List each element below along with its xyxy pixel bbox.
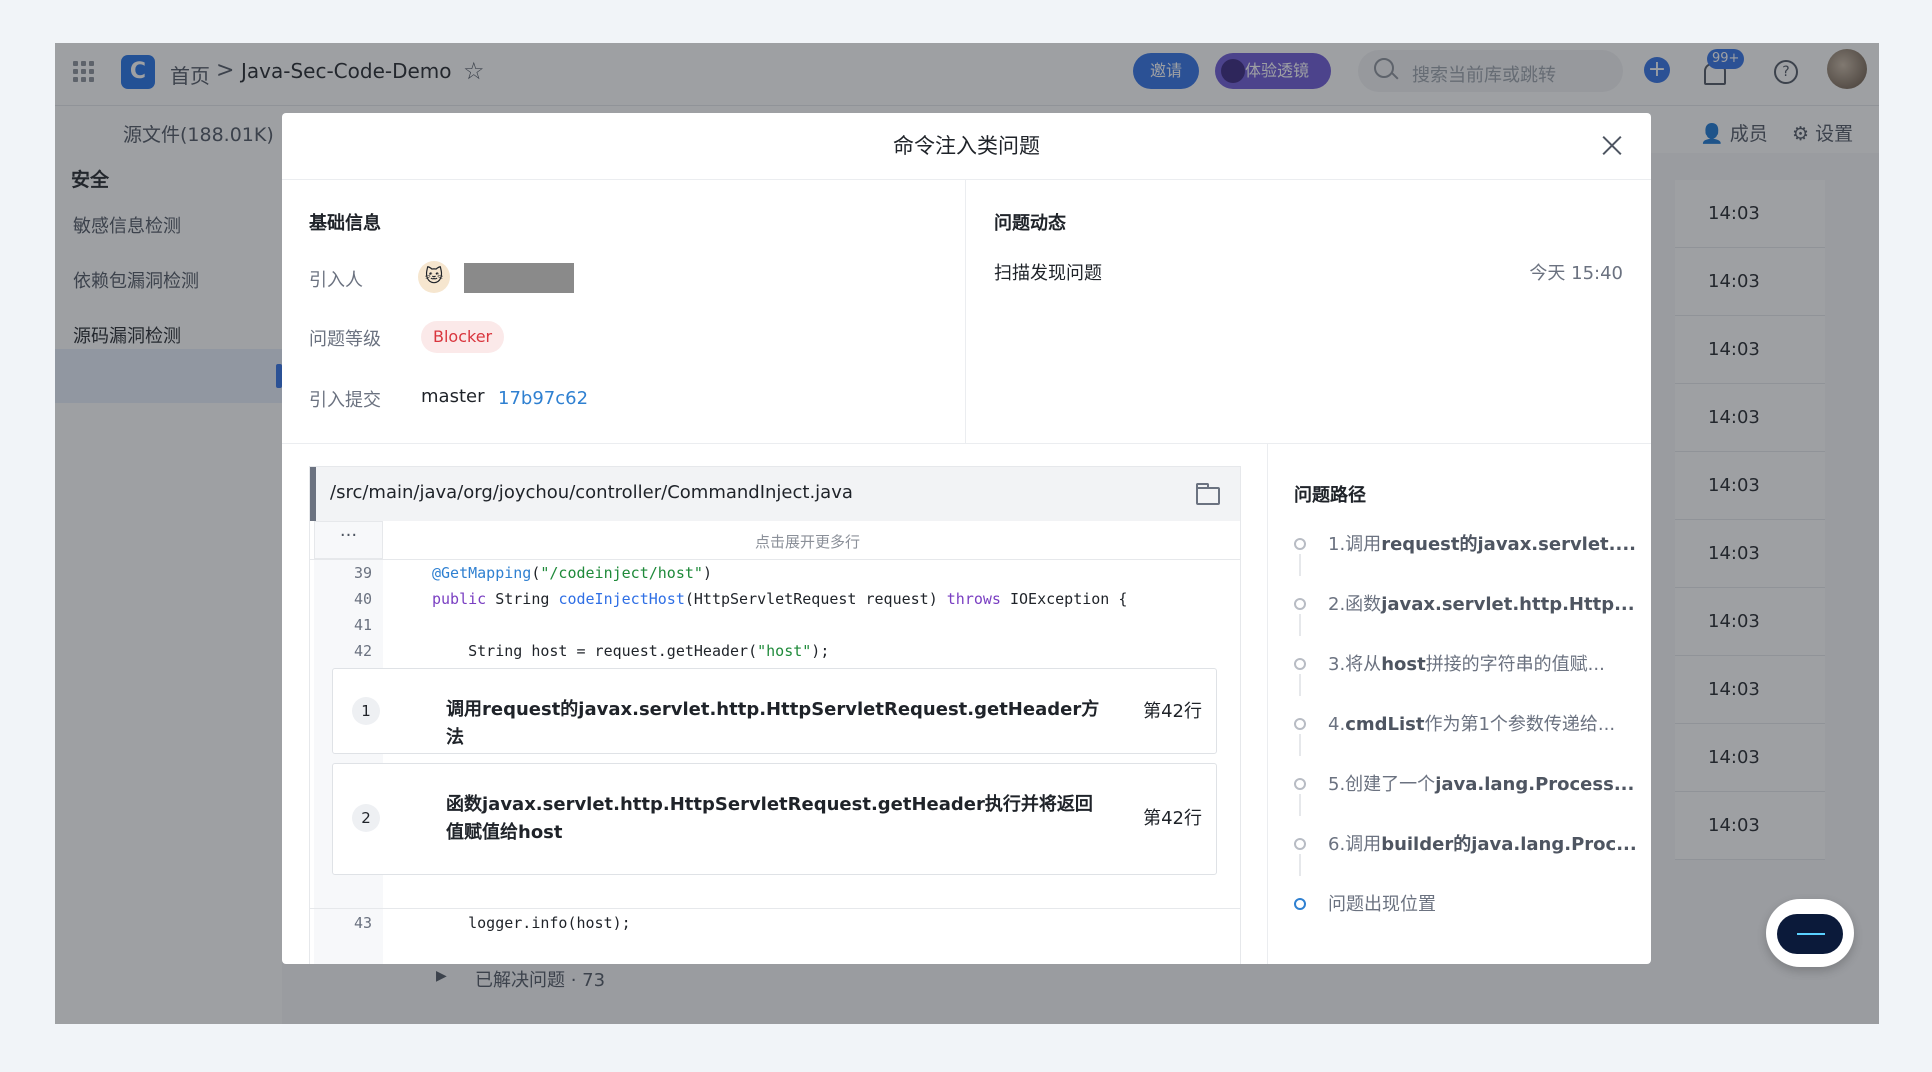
step-line-number: 第42行 bbox=[1143, 701, 1202, 722]
code-viewer: ··· 点击展开更多行 39 @GetMapping("/codeinject/… bbox=[310, 521, 1240, 964]
path-step-3[interactable]: 3.将从host拼接的字符串的值赋... bbox=[1328, 650, 1605, 676]
path-step-1[interactable]: 1.调用request的javax.servlet.... bbox=[1328, 530, 1636, 556]
modal-title: 命令注入类问题 bbox=[282, 113, 1651, 180]
divider bbox=[282, 443, 1651, 444]
chat-assistant-button[interactable] bbox=[1766, 899, 1854, 967]
path-step-2[interactable]: 2.函数javax.servlet.http.Http... bbox=[1328, 590, 1635, 616]
expand-dots[interactable]: ··· bbox=[314, 521, 383, 559]
path-step-prefix: 3.将从 bbox=[1328, 654, 1382, 675]
path-step-prefix: 5.创建了一个 bbox=[1328, 774, 1436, 795]
commit-label: 引入提交 bbox=[309, 390, 381, 411]
path-connector bbox=[1299, 674, 1301, 696]
step-line-number: 第42行 bbox=[1143, 808, 1202, 829]
code-text: logger.info(host); bbox=[432, 914, 631, 932]
step-text: 函数javax.servlet.http.HttpServletRequest.… bbox=[446, 794, 1093, 843]
path-step-dot bbox=[1294, 598, 1306, 610]
path-step-bold: builder的java.lang.Proc... bbox=[1381, 834, 1637, 855]
basic-info-title: 基础信息 bbox=[309, 213, 381, 234]
path-step-bold: javax.servlet.http.Http... bbox=[1381, 594, 1635, 615]
path-step-6[interactable]: 6.调用builder的java.lang.Proc... bbox=[1328, 830, 1637, 856]
path-step-prefix: 6.调用 bbox=[1328, 834, 1382, 855]
path-step-4[interactable]: 4.cmdList作为第1个参数传递给... bbox=[1328, 710, 1615, 736]
path-step-suffix: 拼接的字符串的值赋... bbox=[1425, 654, 1605, 675]
activity-item-text: 扫描发现问题 bbox=[994, 263, 1102, 284]
file-path-bar: /src/main/java/org/joychou/controller/Co… bbox=[310, 467, 1240, 521]
level-label: 问题等级 bbox=[309, 329, 381, 350]
divider bbox=[965, 179, 966, 443]
expand-more-text[interactable]: 点击展开更多行 bbox=[755, 531, 860, 552]
path-step-bold: host bbox=[1381, 654, 1426, 675]
path-step-prefix: 4. bbox=[1328, 714, 1346, 735]
branch-name: master bbox=[421, 386, 485, 407]
line-number: 40 bbox=[353, 590, 372, 608]
line-number: 43 bbox=[353, 914, 372, 932]
code-panel: /src/main/java/org/joychou/controller/Co… bbox=[309, 466, 1241, 964]
path-connector bbox=[1299, 614, 1301, 636]
activity-item-time: 今天 15:40 bbox=[1529, 263, 1623, 284]
trace-step-card[interactable]: 2 函数javax.servlet.http.HttpServletReques… bbox=[332, 763, 1217, 875]
trace-step-card[interactable]: 1 调用request的javax.servlet.http.HttpServl… bbox=[332, 668, 1217, 754]
expand-more-row[interactable]: ··· 点击展开更多行 bbox=[310, 521, 1240, 560]
line-number: 42 bbox=[353, 642, 372, 660]
path-step-bold: cmdList bbox=[1345, 714, 1425, 735]
path-step-dot bbox=[1294, 538, 1306, 550]
file-path: /src/main/java/org/joychou/controller/Co… bbox=[330, 482, 853, 503]
path-step-bold: request的javax.servlet.... bbox=[1381, 534, 1637, 555]
line-number: 39 bbox=[353, 564, 372, 582]
line-number: 41 bbox=[353, 616, 372, 634]
step-number: 1 bbox=[352, 697, 380, 725]
commit-hash-link[interactable]: 17b97c62 bbox=[498, 388, 588, 409]
path-step-dot-active bbox=[1294, 898, 1306, 910]
code-line: 42 String host = request.getHeader("host… bbox=[310, 637, 1240, 667]
code-text: String host = request.getHeader("host"); bbox=[432, 642, 830, 660]
path-step-final[interactable]: 问题出现位置 bbox=[1328, 890, 1436, 916]
code-line: 43 logger.info(host); bbox=[310, 908, 1240, 939]
path-step-bold: java.lang.Process... bbox=[1435, 774, 1635, 795]
code-text: @GetMapping("/codeinject/host") bbox=[432, 564, 712, 582]
path-step-dot bbox=[1294, 778, 1306, 790]
step-number: 2 bbox=[352, 804, 380, 832]
reporter-name-redacted bbox=[464, 263, 574, 293]
code-text: public String codeInjectHost(HttpServlet… bbox=[432, 590, 1128, 608]
activity-title: 问题动态 bbox=[994, 213, 1066, 234]
chat-bot-icon bbox=[1777, 914, 1843, 954]
path-step-dot bbox=[1294, 838, 1306, 850]
close-icon[interactable] bbox=[1601, 134, 1623, 156]
path-connector bbox=[1299, 554, 1301, 576]
reporter-label: 引入人 bbox=[309, 270, 363, 291]
folder-icon[interactable] bbox=[1196, 483, 1220, 505]
path-step-prefix: 2.函数 bbox=[1328, 594, 1382, 615]
path-step-suffix: 作为第1个参数传递给... bbox=[1424, 714, 1616, 735]
severity-badge: Blocker bbox=[421, 321, 505, 353]
path-step-5[interactable]: 5.创建了一个java.lang.Process... bbox=[1328, 770, 1634, 796]
path-connector bbox=[1299, 734, 1301, 756]
step-text: 调用request的javax.servlet.http.HttpServlet… bbox=[446, 699, 1100, 748]
path-connector bbox=[1299, 854, 1301, 876]
path-step-dot bbox=[1294, 658, 1306, 670]
reporter-avatar: 🐱 bbox=[418, 261, 450, 293]
path-step-prefix: 1.调用 bbox=[1328, 534, 1382, 555]
issue-path-title: 问题路径 bbox=[1294, 485, 1366, 506]
issue-detail-modal: 命令注入类问题 基础信息 引入人 🐱 问题等级 Blocker 引入提交 mas… bbox=[282, 113, 1651, 964]
path-step-dot bbox=[1294, 718, 1306, 730]
divider bbox=[1267, 444, 1268, 964]
path-connector bbox=[1299, 794, 1301, 816]
